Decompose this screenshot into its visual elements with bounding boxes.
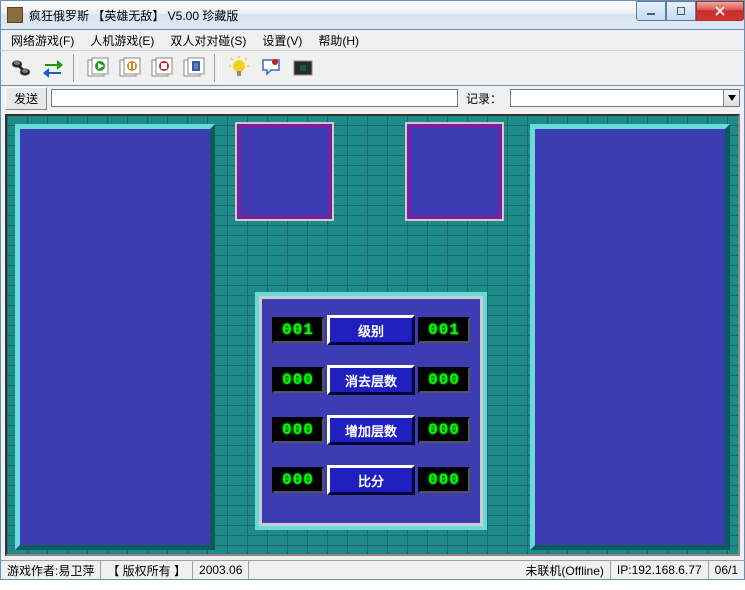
label-score[interactable]: 比分	[327, 465, 415, 495]
record-combo[interactable]	[510, 89, 740, 107]
statusbar: 游戏作者:易卫萍 【 版权所有 】 2003.06 未联机(Offline) I…	[0, 560, 745, 580]
play-icon[interactable]	[84, 54, 112, 82]
score-row-level: 001 级别 001	[272, 313, 470, 347]
toolbar-separator	[73, 54, 78, 82]
player2-preview	[407, 124, 502, 219]
status-extra: 06/1	[709, 561, 744, 579]
window-controls	[636, 1, 744, 29]
record-label: 记录：	[462, 90, 506, 107]
close-button[interactable]	[696, 1, 744, 21]
toolbar-separator	[214, 54, 219, 82]
toolbar	[0, 50, 745, 86]
send-button[interactable]: 发送	[5, 87, 47, 110]
menu-ai[interactable]: 人机游戏(E)	[82, 30, 162, 51]
titlebar: 疯狂俄罗斯 【英雄无敌】 V5.00 珍藏版	[0, 0, 745, 30]
maximize-button[interactable]	[666, 1, 696, 21]
score-panel: 001 级别 001 000 消去层数 000 000 增加层数 000 000…	[259, 296, 483, 526]
lcd-score-p2: 000	[418, 467, 470, 493]
player1-preview	[237, 124, 332, 219]
game-background: 001 级别 001 000 消去层数 000 000 增加层数 000 000…	[5, 114, 740, 556]
lightbulb-icon[interactable]	[225, 54, 253, 82]
status-ip: IP:192.168.6.77	[611, 561, 709, 579]
menu-network[interactable]: 网络游戏(F)	[3, 30, 82, 51]
menu-help[interactable]: 帮助(H)	[310, 30, 367, 51]
lcd-cleared-p1: 000	[272, 367, 324, 393]
lcd-level-p2: 001	[418, 317, 470, 343]
status-connection: 未联机(Offline)	[519, 561, 610, 579]
connect-icon[interactable]	[7, 54, 35, 82]
chevron-down-icon[interactable]	[723, 90, 739, 106]
send-input[interactable]	[51, 89, 458, 107]
window-title: 疯狂俄罗斯 【英雄无敌】 V5.00 珍藏版	[29, 7, 636, 24]
tips-icon[interactable]	[257, 54, 285, 82]
lcd-added-p2: 000	[418, 417, 470, 443]
stop-icon[interactable]	[148, 54, 176, 82]
menubar: 网络游戏(F) 人机游戏(E) 双人对对碰(S) 设置(V) 帮助(H)	[0, 30, 745, 50]
status-date: 2003.06	[193, 561, 249, 579]
player2-field	[530, 124, 730, 550]
minimize-button[interactable]	[636, 1, 666, 21]
label-cleared[interactable]: 消去层数	[327, 365, 415, 395]
status-copyright: 【 版权所有 】	[101, 561, 193, 579]
pause-icon[interactable]	[116, 54, 144, 82]
label-added[interactable]: 增加层数	[327, 415, 415, 445]
score-row-cleared: 000 消去层数 000	[272, 363, 470, 397]
score-row-score: 000 比分 000	[272, 463, 470, 497]
exit-icon[interactable]	[180, 54, 208, 82]
lcd-level-p1: 001	[272, 317, 324, 343]
lcd-score-p1: 000	[272, 467, 324, 493]
lcd-added-p1: 000	[272, 417, 324, 443]
menu-twoplayer[interactable]: 双人对对碰(S)	[162, 30, 254, 51]
screen-icon[interactable]	[289, 54, 317, 82]
swap-icon[interactable]	[39, 54, 67, 82]
app-icon	[7, 7, 23, 23]
score-row-added: 000 增加层数 000	[272, 413, 470, 447]
lcd-cleared-p2: 000	[418, 367, 470, 393]
status-author: 游戏作者:易卫萍	[1, 561, 101, 579]
game-area: 001 级别 001 000 消去层数 000 000 增加层数 000 000…	[0, 110, 745, 560]
player1-field	[15, 124, 215, 550]
chat-row: 发送 记录：	[0, 86, 745, 110]
label-level[interactable]: 级别	[327, 315, 415, 345]
menu-settings[interactable]: 设置(V)	[254, 30, 310, 51]
